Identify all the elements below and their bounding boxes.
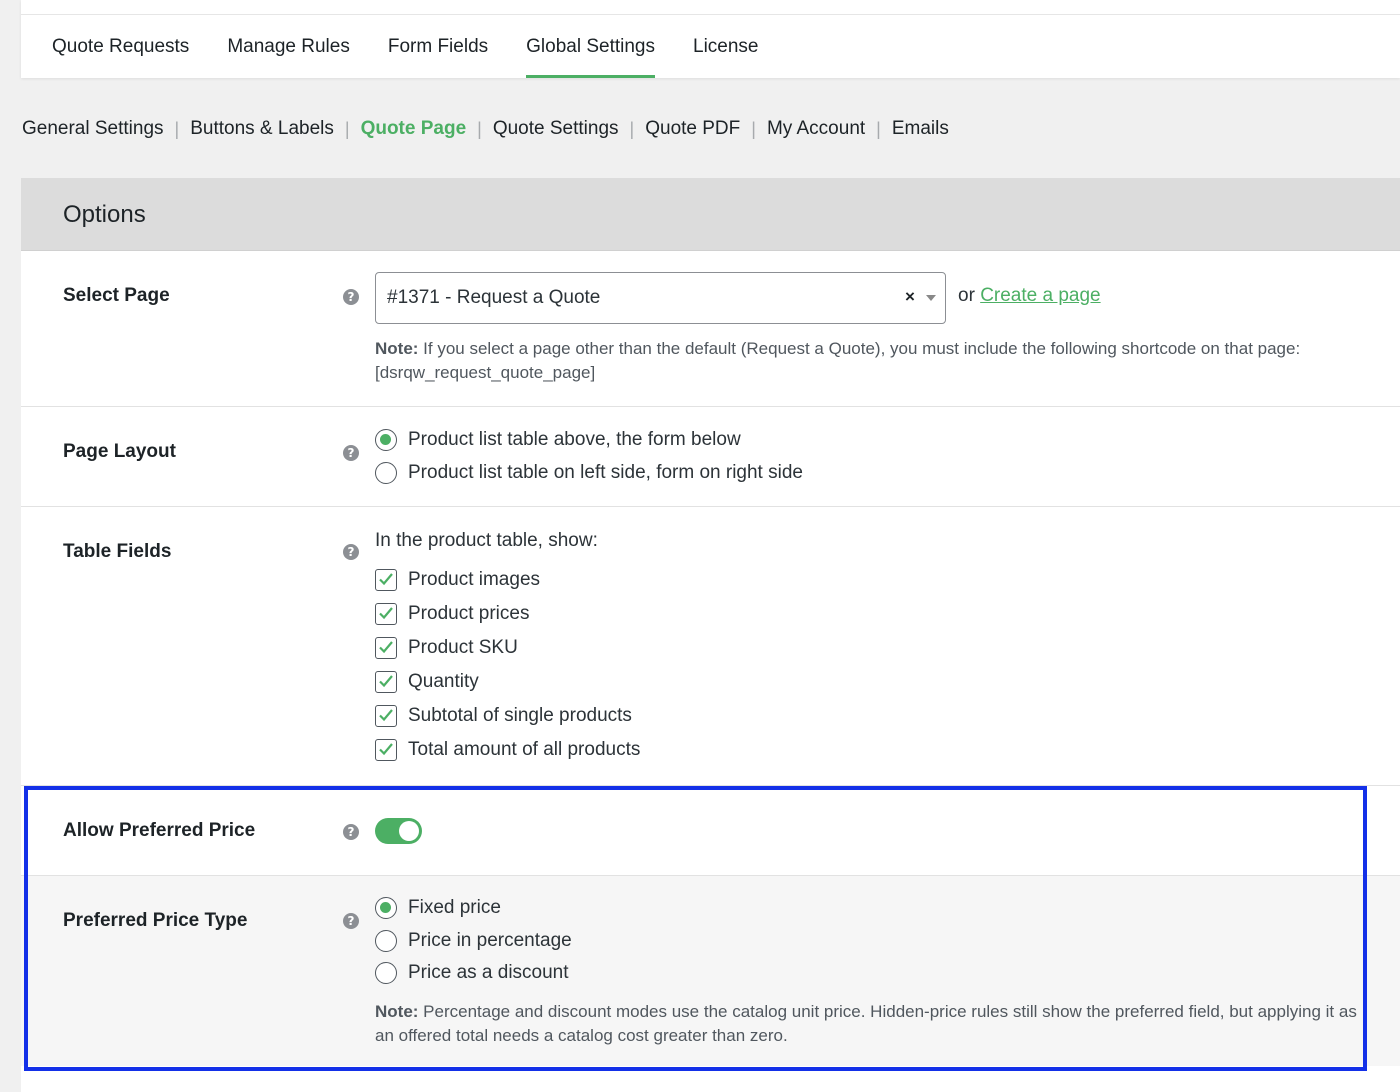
field-total-amount[interactable]: Total amount of all products: [375, 739, 640, 761]
checkbox[interactable]: [375, 705, 397, 727]
note-label: Note:: [375, 339, 419, 358]
subnav-separator: |: [344, 118, 350, 139]
top-tab-bar: Quote Requests Manage Rules Form Fields …: [21, 0, 1400, 78]
select-page-note: Note: If you select a page other than th…: [375, 337, 1365, 385]
preferred-price-type-label: Preferred Price Type: [63, 910, 248, 931]
checkbox[interactable]: [375, 603, 397, 625]
price-type-discount[interactable]: Price as a discount: [375, 962, 569, 984]
checkbox[interactable]: [375, 671, 397, 693]
clear-selection-icon[interactable]: ×: [905, 287, 915, 307]
allow-preferred-price-row: Allow Preferred Price ?: [21, 786, 1400, 876]
create-page-text: or Create a page: [958, 285, 1101, 307]
checkbox[interactable]: [375, 637, 397, 659]
field-product-prices[interactable]: Product prices: [375, 603, 529, 625]
top-tabs: Quote Requests Manage Rules Form Fields …: [52, 15, 797, 78]
page-select-value: #1371 - Request a Quote: [387, 287, 601, 308]
note-text: If you select a page other than the defa…: [375, 339, 1301, 382]
radio-button[interactable]: [375, 429, 397, 451]
chevron-down-icon[interactable]: [926, 295, 936, 301]
field-product-sku[interactable]: Product SKU: [375, 637, 518, 659]
note-label: Note:: [375, 1002, 419, 1021]
subnav-separator: |: [876, 118, 881, 139]
field-product-images[interactable]: Product images: [375, 569, 540, 591]
radio-label: Price as a discount: [408, 962, 569, 983]
checkbox-label: Product prices: [408, 603, 530, 624]
subnav-emails[interactable]: Emails: [892, 118, 949, 140]
subnav-separator: |: [751, 118, 756, 139]
help-icon[interactable]: ?: [343, 289, 359, 305]
radio-label: Price in percentage: [408, 930, 572, 951]
subnav-general-settings[interactable]: General Settings: [22, 118, 164, 140]
checkmark-icon: [379, 743, 393, 756]
layout-option-stacked[interactable]: Product list table above, the form below: [375, 429, 741, 451]
price-type-note: Note: Percentage and discount modes use …: [375, 1000, 1365, 1048]
settings-subnav: General Settings | Buttons & Labels | Qu…: [22, 118, 949, 140]
radio-label: Product list table above, the form below: [408, 429, 741, 450]
help-icon[interactable]: ?: [343, 824, 359, 840]
table-fields-label: Table Fields: [63, 541, 172, 562]
checkmark-icon: [379, 675, 393, 688]
checkbox-label: Product SKU: [408, 637, 518, 658]
checkmark-icon: [379, 709, 393, 722]
checkbox[interactable]: [375, 739, 397, 761]
subnav-separator: |: [174, 118, 180, 139]
tab-global-settings[interactable]: Global Settings: [526, 15, 655, 78]
price-type-fixed[interactable]: Fixed price: [375, 897, 501, 919]
preferred-price-type-row: Preferred Price Type ? Fixed price Price…: [21, 876, 1400, 1066]
tab-form-fields[interactable]: Form Fields: [388, 15, 488, 78]
checkmark-icon: [379, 607, 393, 620]
subnav-quote-settings[interactable]: Quote Settings: [493, 118, 619, 140]
radio-button[interactable]: [375, 897, 397, 919]
checkmark-icon: [379, 573, 393, 586]
tab-license[interactable]: License: [693, 15, 759, 78]
checkbox-label: Product images: [408, 569, 541, 590]
checkbox[interactable]: [375, 569, 397, 591]
radio-button[interactable]: [375, 962, 397, 984]
layout-option-side-by-side[interactable]: Product list table on left side, form on…: [375, 462, 803, 484]
top-divider: [21, 0, 1400, 15]
subnav-separator: |: [629, 118, 635, 139]
checkmark-icon: [379, 641, 393, 654]
checkbox-label: Subtotal of single products: [408, 705, 632, 726]
radio-button[interactable]: [375, 462, 397, 484]
subnav-quote-pdf[interactable]: Quote PDF: [645, 118, 740, 140]
allow-preferred-price-label: Allow Preferred Price: [63, 820, 256, 841]
page-select[interactable]: #1371 - Request a Quote ×: [375, 272, 946, 324]
preferred-price-toggle[interactable]: [375, 818, 422, 844]
create-page-link[interactable]: Create a page: [980, 285, 1100, 306]
subnav-my-account[interactable]: My Account: [767, 118, 865, 140]
tab-quote-requests[interactable]: Quote Requests: [52, 15, 189, 78]
help-icon[interactable]: ?: [343, 913, 359, 929]
table-fields-row: Table Fields ? In the product table, sho…: [21, 507, 1400, 786]
checkbox-label: Quantity: [408, 671, 479, 692]
checkbox-label: Total amount of all products: [408, 739, 641, 760]
radio-label: Fixed price: [408, 897, 501, 918]
page-layout-label: Page Layout: [63, 441, 176, 462]
note-text: Percentage and discount modes use the ca…: [375, 1002, 1357, 1045]
page-layout-row: Page Layout ? Product list table above, …: [21, 407, 1400, 507]
radio-button[interactable]: [375, 930, 397, 952]
price-type-percentage[interactable]: Price in percentage: [375, 930, 572, 952]
subnav-quote-page[interactable]: Quote Page: [361, 118, 467, 140]
options-panel: Options Select Page ? #1371 - Request a …: [21, 178, 1400, 1092]
radio-label: Product list table on left side, form on…: [408, 462, 803, 483]
help-icon[interactable]: ?: [343, 544, 359, 560]
toggle-knob: [399, 821, 419, 841]
help-icon[interactable]: ?: [343, 445, 359, 461]
select-page-row: Select Page ? #1371 - Request a Quote × …: [21, 251, 1400, 407]
subnav-separator: |: [477, 118, 482, 139]
tab-manage-rules[interactable]: Manage Rules: [227, 15, 350, 78]
select-page-label: Select Page: [63, 285, 170, 306]
subnav-buttons-labels[interactable]: Buttons & Labels: [190, 118, 334, 140]
field-subtotal[interactable]: Subtotal of single products: [375, 705, 632, 727]
or-label: or: [958, 285, 975, 306]
panel-title: Options: [21, 178, 1400, 251]
table-fields-intro: In the product table, show:: [375, 530, 598, 551]
field-quantity[interactable]: Quantity: [375, 671, 479, 693]
